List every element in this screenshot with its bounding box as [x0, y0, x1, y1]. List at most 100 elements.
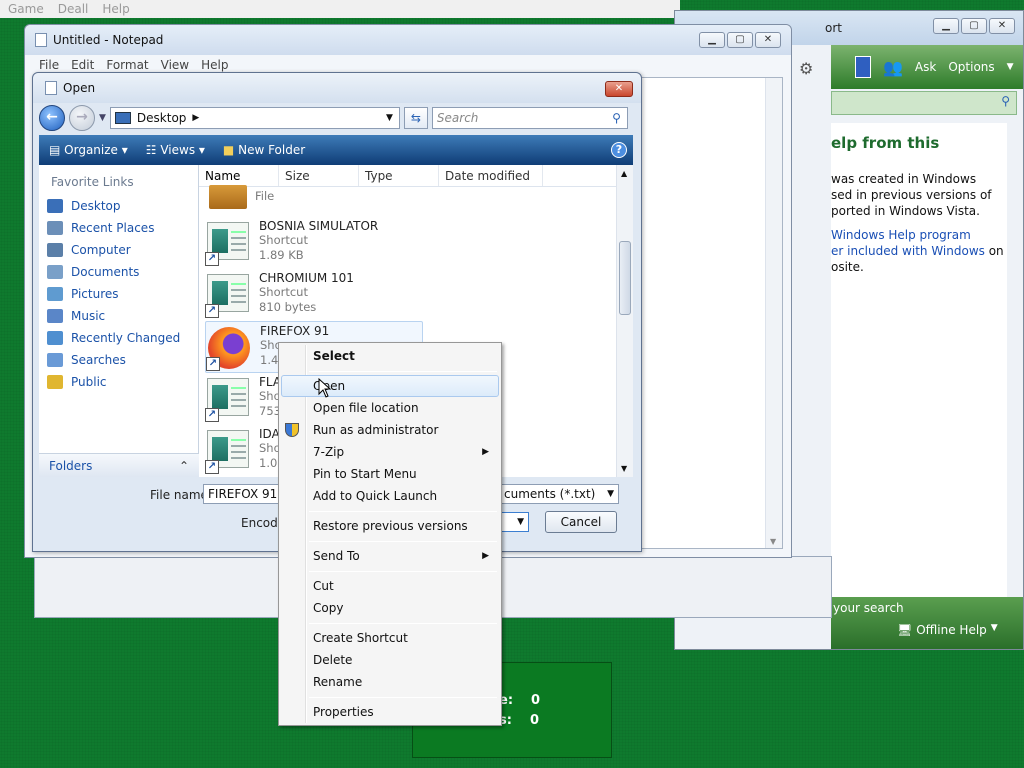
minimize-button[interactable]: ▁ — [699, 32, 725, 48]
file-type: Shortcut — [259, 285, 308, 299]
footer-search-text: your search — [833, 601, 904, 615]
scrollbar-thumb[interactable] — [619, 241, 631, 315]
menu-item-open-file-location[interactable]: Open file location — [281, 397, 499, 419]
menu-edit[interactable]: Edit — [71, 58, 94, 72]
scroll-down-icon[interactable]: ▼ — [770, 537, 776, 546]
file-row[interactable]: File — [205, 185, 423, 215]
menu-help[interactable]: Help — [201, 58, 228, 72]
breadcrumb-arrow-icon[interactable]: ▶ — [192, 113, 199, 123]
sidebar-item-label: Public — [71, 375, 107, 389]
sidebar-item-desktop[interactable]: Desktop — [39, 195, 198, 217]
menu-item-run-as-administrator[interactable]: Run as administrator — [281, 419, 499, 441]
navigation-row: ← → ▼ Desktop ▶ ▼ ⇆ Search ⚲ — [39, 104, 633, 132]
menu-item-add-to-quick-launch[interactable]: Add to Quick Launch — [281, 485, 499, 507]
score-row: e: 0 — [499, 693, 540, 708]
pictures-icon — [47, 287, 63, 301]
search-icon[interactable]: ⚲ — [612, 108, 621, 128]
chevron-down-icon[interactable]: ▼ — [386, 113, 393, 123]
help-link[interactable]: Windows Help program — [831, 228, 971, 242]
menu-item-create-shortcut[interactable]: Create Shortcut — [281, 627, 499, 649]
minimize-button[interactable]: ▁ — [933, 18, 959, 34]
organize-button[interactable]: ▤ Organize ▾ — [49, 143, 128, 157]
settings-icon[interactable]: ⚙ — [799, 59, 813, 78]
file-name: CHROMIUM 101 — [259, 271, 354, 285]
ask-people-icon: 👥 — [883, 57, 903, 77]
menu-item-send-to[interactable]: Send To ▶ — [281, 545, 499, 567]
file-type-select[interactable]: cuments (*.txt) ▼ — [499, 484, 619, 504]
ask-button[interactable]: Ask — [915, 60, 936, 74]
help-toolbar: 👥 Ask Options ▼ — [831, 45, 1023, 89]
scroll-up-icon[interactable]: ▲ — [621, 169, 627, 178]
menu-separator — [309, 571, 497, 572]
notepad-icon — [35, 33, 47, 47]
forward-button[interactable]: → — [69, 105, 95, 131]
help-heading: elp from this — [831, 134, 940, 152]
menu-item-restore-previous-versions[interactable]: Restore previous versions — [281, 515, 499, 537]
sidebar-item-public[interactable]: Public — [39, 371, 198, 393]
close-button[interactable]: ✕ — [755, 32, 781, 48]
menu-item-select[interactable]: Select — [281, 345, 499, 367]
menu-format[interactable]: Format — [106, 58, 148, 72]
file-list-scrollbar[interactable]: ▲ ▼ — [616, 165, 633, 477]
menu-item-pin-to-start[interactable]: Pin to Start Menu — [281, 463, 499, 485]
help-window-buttons: ▁ ▢ ✕ — [933, 18, 1015, 34]
views-button[interactable]: ☷ Views ▾ — [146, 143, 205, 157]
notepad-titlebar: Untitled - Notepad — [25, 25, 791, 55]
menu-item-7zip[interactable]: 7-Zip ▶ — [281, 441, 499, 463]
sidebar-item-recently-changed[interactable]: Recently Changed — [39, 327, 198, 349]
menu-file[interactable]: File — [39, 58, 59, 72]
recent-pages-dropdown[interactable]: ▼ — [99, 113, 106, 123]
refresh-button[interactable]: ⇆ — [403, 107, 428, 129]
game-menu-item[interactable]: Help — [102, 2, 129, 16]
notepad-scrollbar[interactable]: ▼ — [765, 78, 782, 548]
file-name-input[interactable]: FIREFOX 91 — [203, 484, 283, 504]
game-menu-item[interactable]: Deall — [58, 2, 89, 16]
menu-item-properties[interactable]: Properties — [281, 701, 499, 723]
game-menu-item[interactable]: Game — [8, 2, 44, 16]
sidebar-item-computer[interactable]: Computer — [39, 239, 198, 261]
file-row[interactable]: ↗ CHROMIUM 101 Shortcut 810 bytes — [205, 269, 423, 321]
menu-item-cut[interactable]: Cut — [281, 575, 499, 597]
column-header-date-modified[interactable]: Date modified — [439, 165, 543, 186]
offline-help-button[interactable]: 🖥 Offline Help ▼ — [897, 623, 998, 637]
menu-item-open[interactable]: Open — [281, 375, 499, 397]
sidebar-item-pictures[interactable]: Pictures — [39, 283, 198, 305]
sidebar-item-searches[interactable]: Searches — [39, 349, 198, 371]
sidebar-item-music[interactable]: Music — [39, 305, 198, 327]
cancel-button[interactable]: Cancel — [545, 511, 617, 533]
back-button[interactable]: ← — [39, 105, 65, 131]
help-icon[interactable]: ? — [611, 142, 627, 158]
close-button[interactable]: ✕ — [605, 81, 633, 97]
menu-item-rename[interactable]: Rename — [281, 671, 499, 693]
options-button[interactable]: Options — [948, 60, 994, 74]
folder-icon — [209, 185, 247, 209]
book-icon[interactable] — [855, 56, 871, 78]
menu-item-copy[interactable]: Copy — [281, 597, 499, 619]
close-button[interactable]: ✕ — [989, 18, 1015, 34]
address-bar[interactable]: Desktop ▶ ▼ — [109, 107, 400, 129]
sidebar-item-documents[interactable]: Documents — [39, 261, 198, 283]
folders-toggle[interactable]: Folders ⌃ — [39, 453, 199, 477]
encoding-select[interactable]: ▼ — [499, 512, 529, 532]
file-name: FIREFOX 91 — [260, 324, 330, 338]
help-search-input[interactable]: ⚲ — [831, 91, 1017, 115]
recently-changed-icon — [47, 331, 63, 345]
column-header-name[interactable]: Name — [199, 165, 279, 186]
file-row[interactable]: ↗ BOSNIA SIMULATOR Shortcut 1.89 KB — [205, 217, 423, 269]
maximize-button[interactable]: ▢ — [727, 32, 753, 48]
sidebar-item-label: Music — [71, 309, 106, 323]
menu-item-delete[interactable]: Delete — [281, 649, 499, 671]
scroll-down-icon[interactable]: ▼ — [621, 464, 627, 473]
help-link[interactable]: er included with Windows — [831, 244, 985, 258]
new-folder-button[interactable]: ■ New Folder — [223, 143, 305, 157]
column-header-type[interactable]: Type — [359, 165, 439, 186]
chevron-down-icon: ▼ — [517, 517, 524, 527]
file-type: Shortcut — [259, 233, 308, 247]
file-name: BOSNIA SIMULATOR — [259, 219, 379, 233]
search-input[interactable]: Search ⚲ — [431, 107, 628, 129]
column-header-size[interactable]: Size — [279, 165, 359, 186]
menu-view[interactable]: View — [161, 58, 189, 72]
search-icon[interactable]: ⚲ — [1001, 94, 1010, 108]
maximize-button[interactable]: ▢ — [961, 18, 987, 34]
sidebar-item-recent-places[interactable]: Recent Places — [39, 217, 198, 239]
